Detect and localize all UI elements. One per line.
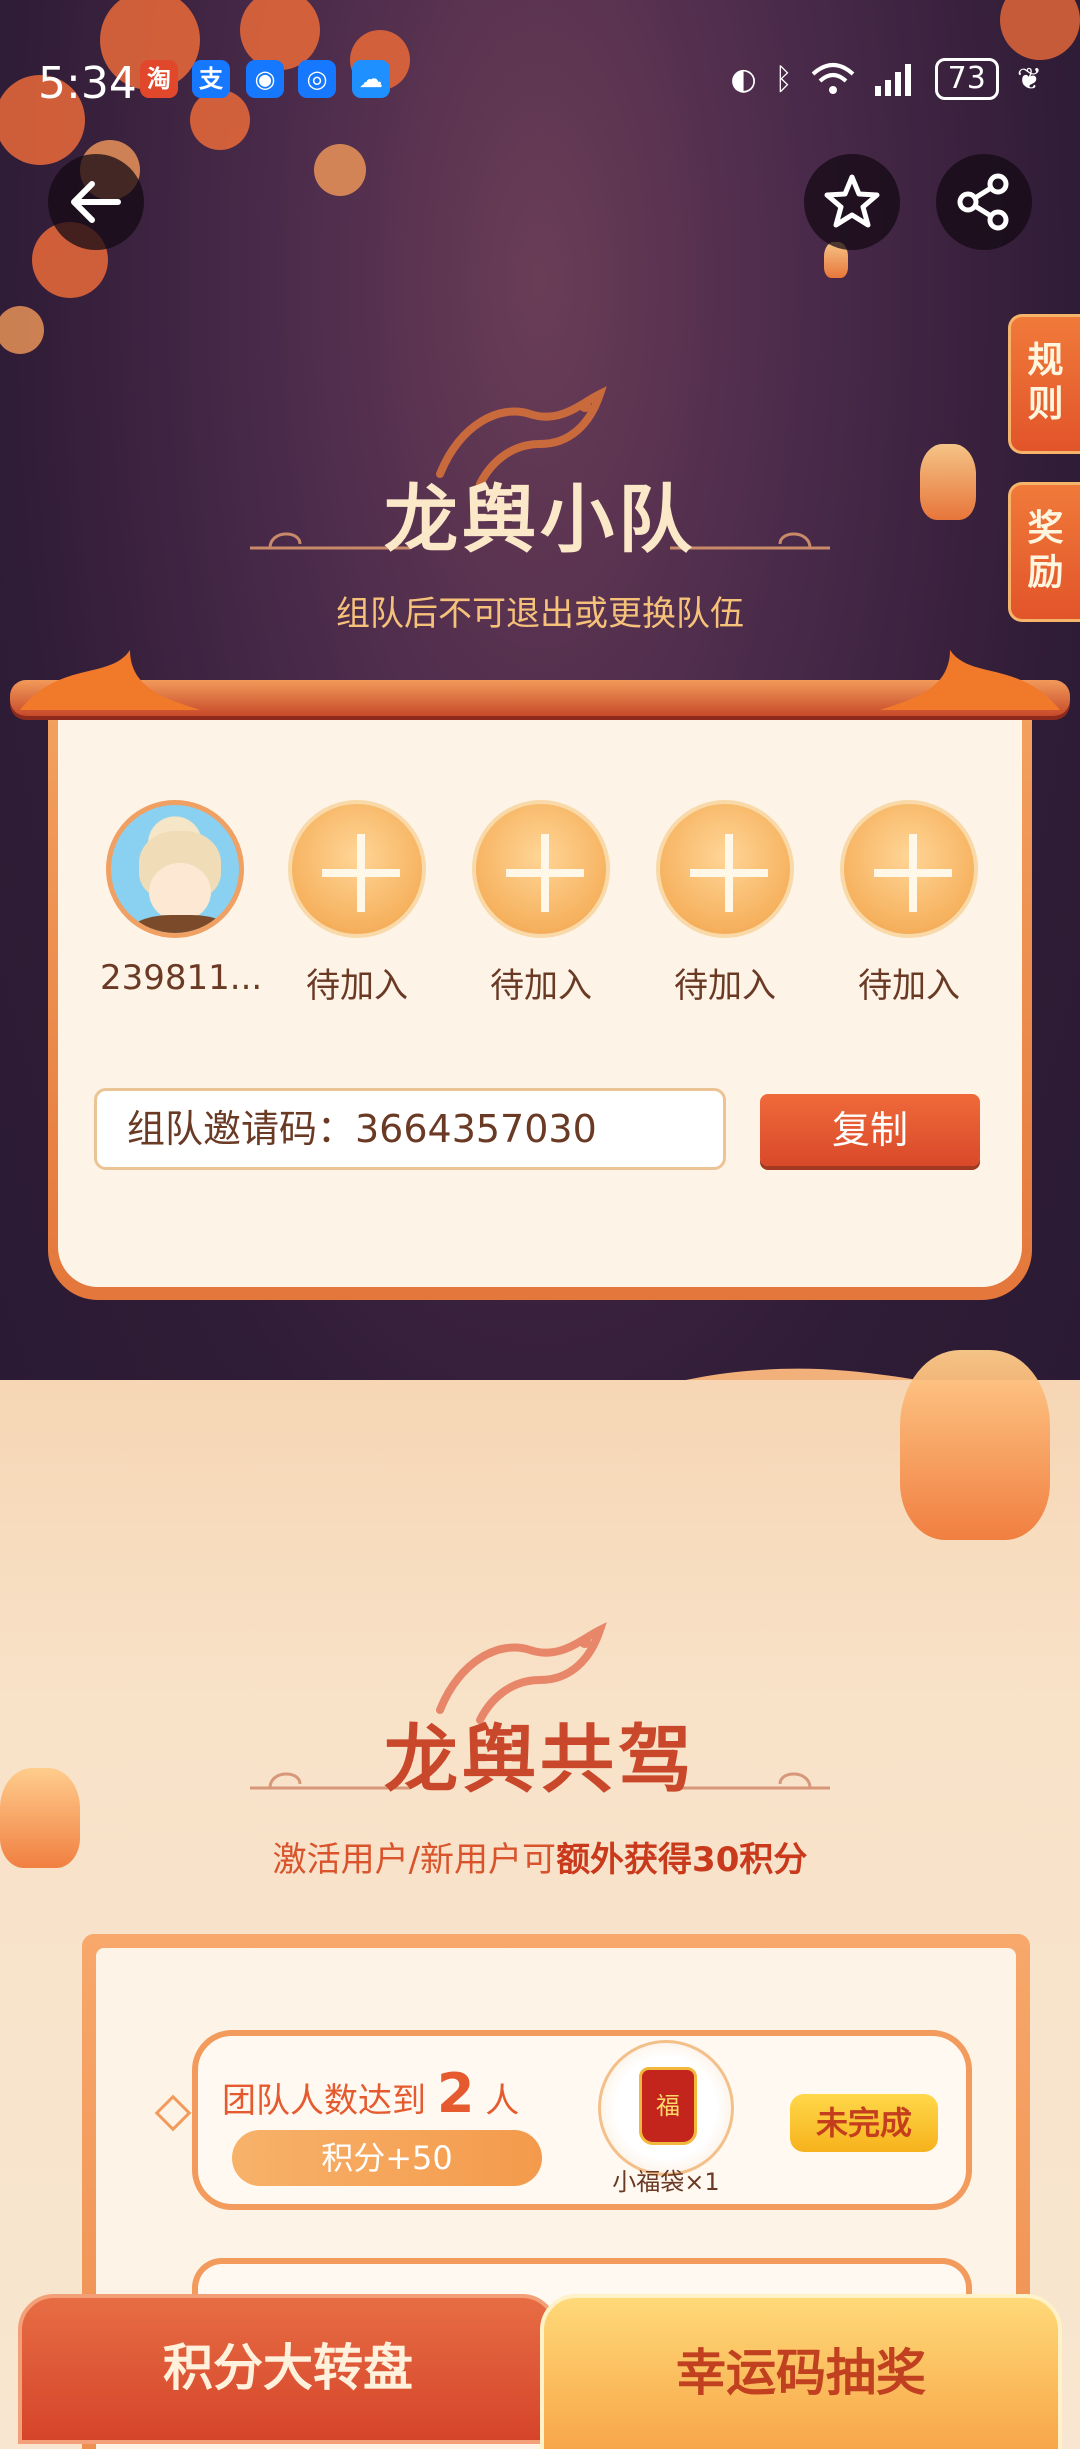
team-subtitle-block: 组队后不可退出或更换队伍 [0,586,1080,635]
team-title: 龙舆小队 [384,477,696,563]
status-bar: 5:34 淘 支 ◉ ◎ ☁ ◐ ᛒ 73 ❦ [0,0,1080,160]
app-notification-icon: ◎ [298,60,336,98]
ride-title: 龙舆共驾 [384,1717,696,1803]
task-target-count: 2 [436,2062,475,2125]
task-text-prefix: 团队人数达到 [222,2081,426,2121]
signal-icon [874,64,911,96]
ride-subtitle-highlight: 额外获得30积分 [556,1840,808,1880]
favorite-button[interactable] [804,154,900,250]
lantern-icon [900,1350,1050,1540]
back-button[interactable] [48,154,144,250]
task-text-suffix: 人 [485,2081,520,2121]
bluetooth-icon: ᛒ [774,61,793,97]
points-reward: 积分+50 [232,2130,542,2186]
team-title-block: 龙舆小队 [0,460,1080,567]
star-icon [824,174,880,228]
alipay-notification-icon: 支 [192,60,230,98]
share-button[interactable] [936,154,1032,250]
empty-member-slot[interactable]: 待加入 [834,800,984,1007]
member-name: 239811... [100,958,263,998]
wifi-icon [811,63,855,94]
member-name: 待加入 [490,966,592,1006]
ride-title-block: 龙舆共驾 [0,1700,1080,1807]
back-arrow-icon [71,181,121,223]
rules-tab[interactable]: 规 则 [1008,314,1080,454]
tab-lucky-code-draw[interactable]: 幸运码抽奖 [540,2294,1062,2449]
battery-indicator: 73 [934,58,999,100]
flame-ornament [20,650,1060,710]
task-text: 团队人数达到 2 人 [222,2062,519,2125]
empty-member-slot[interactable]: 待加入 [650,800,800,1007]
status-time: 5:34 [38,58,137,109]
member-name: 待加入 [674,966,776,1006]
nfc-icon: ◐ [730,61,757,97]
ride-subtitle-block: 激活用户/新用户可额外获得30积分 [0,1832,1080,1881]
prize-label: 小福袋×1 [612,2168,720,2196]
tab-points-wheel[interactable]: 积分大转盘 [18,2294,558,2444]
avatar [106,800,244,938]
system-indicators: ◐ ᛒ 73 ❦ [730,58,1042,100]
leaf-icon: ❦ [1016,61,1042,97]
add-member-icon [656,800,794,938]
member-name: 待加入 [858,966,960,1006]
empty-member-slot[interactable]: 待加入 [282,800,432,1007]
app-notification-icon: ◉ [246,60,284,98]
prize-item: 福 小福袋×1 [598,2040,734,2196]
empty-member-slot[interactable]: 待加入 [466,800,616,1007]
invite-code-field: 组队邀请码：3664357030 [94,1088,726,1170]
lucky-bag-icon: 福 [639,2067,697,2145]
share-icon [957,173,1009,231]
add-member-icon [840,800,978,938]
weather-notification-icon: ☁ [352,60,390,98]
team-subtitle: 组队后不可退出或更换队伍 [336,594,744,634]
copy-button[interactable]: 复制 [760,1094,980,1166]
team-member-slot: 239811... [100,800,263,998]
add-member-icon [472,800,610,938]
taobao-notification-icon: 淘 [140,60,178,98]
add-member-icon [288,800,426,938]
task-status-button[interactable]: 未完成 [790,2094,938,2152]
ride-subtitle: 激活用户/新用户可 [272,1840,557,1880]
prize-frame: 福 [598,2040,734,2176]
member-name: 待加入 [306,966,408,1006]
